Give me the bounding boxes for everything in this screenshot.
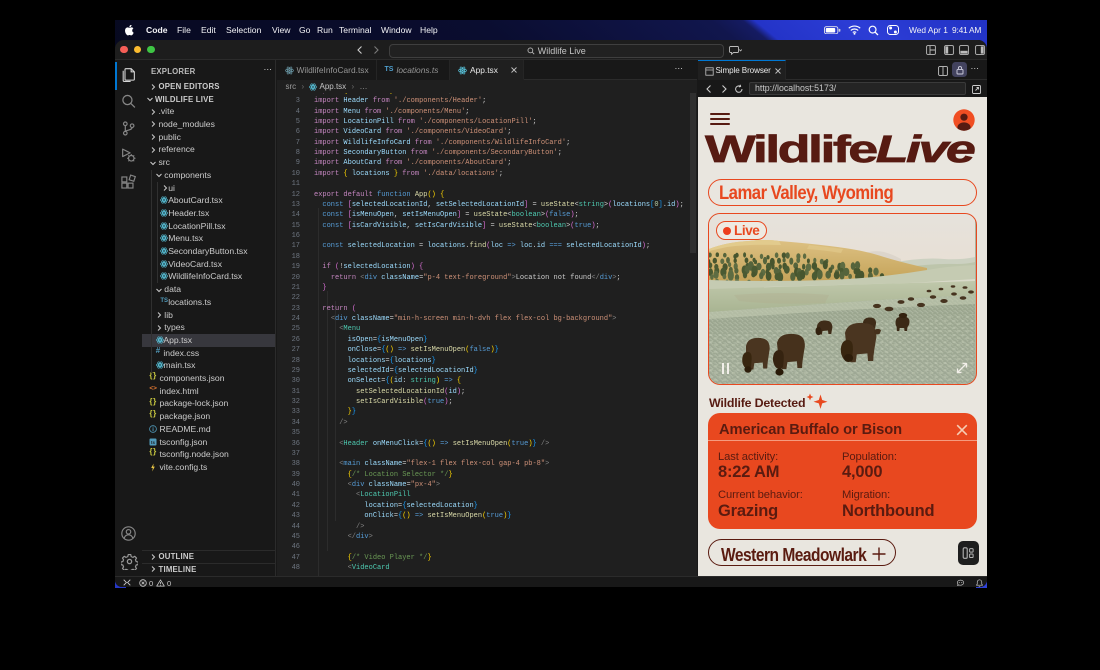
svg-text:ts: ts	[151, 440, 155, 445]
